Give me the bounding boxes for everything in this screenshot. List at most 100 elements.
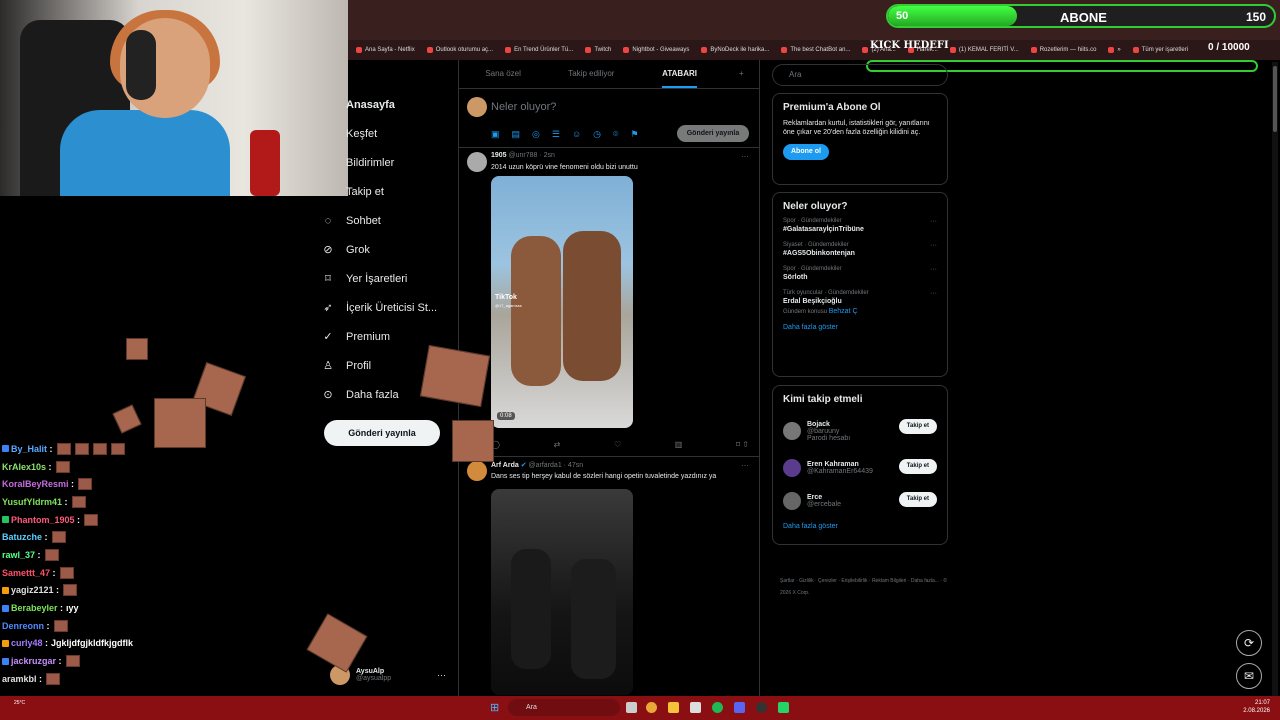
views-icon[interactable]: ▥: [675, 440, 683, 449]
taskbar-clock[interactable]: 21:07 2.08.2026: [1243, 699, 1270, 715]
post-button[interactable]: Gönderi yayınla: [324, 420, 440, 446]
discord-icon[interactable]: [734, 702, 745, 713]
bookmark-item[interactable]: En Trend Ürünler Tü...: [505, 47, 573, 53]
more-dots-icon[interactable]: ···: [930, 242, 937, 249]
chat-username[interactable]: Berabeyler: [11, 603, 58, 613]
flag-icon[interactable]: ⚑: [630, 129, 638, 140]
start-icon[interactable]: ⊞: [490, 701, 499, 714]
sidebar-item[interactable]: ➶ İçerik Üreticisi St...: [320, 293, 460, 322]
follow-button[interactable]: Takip et: [898, 459, 937, 474]
spotify-icon[interactable]: [712, 702, 723, 713]
file-explorer-icon[interactable]: [668, 702, 679, 713]
follow-suggestion[interactable]: Erce @ercebale Takip et: [783, 484, 937, 517]
chat-username[interactable]: curly48: [11, 638, 43, 648]
chat-username[interactable]: Phantom_1905: [11, 515, 75, 525]
task-view-icon[interactable]: [626, 702, 637, 713]
bookmark-item[interactable]: Rozetlerim — hiits.co: [1030, 47, 1097, 53]
chat-username[interactable]: yagiz2121: [11, 585, 54, 595]
more-dots-icon[interactable]: ···: [437, 670, 446, 680]
bookmark-item[interactable]: The best ChatBot an...: [781, 47, 850, 53]
bookmark-item[interactable]: Nightbot - Giveaways: [623, 47, 689, 53]
trend-item[interactable]: Türk oyuncular · Gündemdekiler Erdal Beşi…: [783, 290, 937, 315]
schedule-icon[interactable]: ◷: [593, 129, 601, 140]
trend-item[interactable]: Spor · Gündemdekiler #GalatasarayİçinTrib…: [783, 218, 937, 233]
tweet[interactable]: Arf Arda ✔ @arfarda1 · 47sn Dans ses tip…: [459, 457, 759, 695]
bookmark-item[interactable]: Twitch: [585, 47, 611, 53]
trend-item[interactable]: Spor · Gündemdekiler Sörloth ···: [783, 266, 937, 281]
store-icon[interactable]: [690, 702, 701, 713]
bookmark-item[interactable]: ByNoDeck ile harika...: [701, 47, 769, 53]
emoji-icon[interactable]: ☺: [572, 129, 581, 140]
sidebar-item[interactable]: ◌ Sohbet: [320, 206, 460, 235]
bookmark-label: The best ChatBot an...: [790, 47, 851, 53]
chat-username[interactable]: Samettt_47: [2, 568, 50, 578]
chrome-icon[interactable]: [646, 702, 657, 713]
bookmark-item[interactable]: »: [1108, 47, 1121, 53]
tweet-video[interactable]: [491, 489, 633, 695]
compose-input[interactable]: Neler oluyor?: [491, 101, 556, 113]
taskbar-search[interactable]: Ara: [508, 699, 620, 716]
weather-widget[interactable]: 25°C: [14, 700, 25, 706]
chat-username[interactable]: YusufYldrm41: [2, 497, 62, 507]
bookmark-label: Rozetlerim — hiits.co: [1039, 47, 1097, 53]
sidebar-item[interactable]: ⌕Keşfet: [320, 119, 460, 148]
follow-button[interactable]: Takip et: [898, 419, 937, 434]
trend-name: #GalatasarayİçinTribüne: [783, 226, 864, 233]
compose-post-button[interactable]: Gönderi yayınla: [677, 125, 749, 142]
sidebar-item[interactable]: ⌑ Yer İşaretleri: [320, 264, 460, 293]
bookmark-icon[interactable]: ⌑ ⇧: [736, 440, 749, 449]
chat-username[interactable]: KrAlex10s: [2, 462, 46, 472]
grok-icon[interactable]: ◎: [532, 129, 540, 140]
messages-float-icon[interactable]: ✉: [1236, 663, 1262, 689]
bookmark-item[interactable]: Outlook oturumu aç...: [426, 47, 493, 53]
more-dots-icon[interactable]: ···: [930, 290, 937, 297]
chat-username[interactable]: KoralBeyResmi: [2, 479, 69, 489]
trends-more-link[interactable]: Daha fazla göster: [783, 324, 937, 331]
chat-username[interactable]: By_Halit: [11, 444, 47, 454]
chat-username[interactable]: jackruzgar: [11, 656, 56, 666]
whatsapp-icon[interactable]: [778, 702, 789, 713]
obs-icon[interactable]: [756, 702, 767, 713]
tab-add[interactable]: +: [724, 60, 759, 88]
more-dots-icon[interactable]: ···: [930, 218, 937, 225]
more-dots-icon[interactable]: ···: [930, 266, 937, 273]
footer-links[interactable]: Şartlar · Gizlilik · Çerezler · Erişileb…: [780, 575, 950, 599]
like-icon[interactable]: ♡: [614, 440, 621, 449]
bookmark-item[interactable]: (1) KEMAL FERITİ V...: [949, 47, 1019, 53]
sidebar-item[interactable]: ♪Bildirimler: [320, 148, 460, 177]
chat-badge-icon: [2, 586, 9, 594]
scrollbar[interactable]: [1272, 62, 1278, 696]
chat-username[interactable]: Batuzche: [2, 532, 42, 542]
subscribe-button[interactable]: Abone ol: [783, 144, 829, 160]
trend-context-link[interactable]: Behzat Ç: [829, 308, 858, 315]
sidebar-item[interactable]: ⌂Anasayfa: [320, 90, 460, 119]
chat-username[interactable]: Denreonn: [2, 621, 44, 631]
gif-icon[interactable]: ▤: [512, 129, 521, 140]
image-icon[interactable]: ▣: [491, 129, 500, 140]
follow-suggestion[interactable]: Eren Kahraman @KahramanEr64439 Takip et: [783, 451, 937, 484]
bookmark-item[interactable]: Ana Sayfa - Netflix: [356, 47, 415, 53]
poll-icon[interactable]: ☰: [552, 129, 560, 140]
scrollbar-thumb[interactable]: [1273, 66, 1277, 132]
trend-item[interactable]: Siyaset · Gündemdekiler #AGS5Obinkontenja…: [783, 242, 937, 257]
follow-button[interactable]: Takip et: [898, 492, 937, 507]
more-dots-icon[interactable]: ···: [741, 152, 749, 161]
more-dots-icon[interactable]: ···: [741, 461, 749, 470]
tab-for-you[interactable]: Sana özel: [459, 60, 547, 88]
tab-following[interactable]: Takip ediliyor: [547, 60, 635, 88]
search-input[interactable]: Ara: [772, 64, 948, 86]
tweet-video[interactable]: TikTok @17_agamsss 0:08: [491, 176, 633, 428]
chat-username[interactable]: rawl_37: [2, 550, 35, 560]
chat-username[interactable]: aramkbl: [2, 674, 37, 684]
tweet[interactable]: 1905 @unr788 · 2sn 2014 uzun köprü vine …: [459, 148, 759, 457]
compose-box[interactable]: Neler oluyor? ▣ ▤ ◎ ☰ ☺ ◷ ⌾ ⚑ Gönderi ya…: [459, 89, 759, 148]
follow-suggestion[interactable]: Bojack @baruuny Parodi hesabı Takip et: [783, 411, 937, 451]
grok-float-icon[interactable]: ⟳: [1236, 630, 1262, 656]
sidebar-item[interactable]: ☍Takip et: [320, 177, 460, 206]
sidebar-item[interactable]: ⊘ Grok: [320, 235, 460, 264]
bookmark-item[interactable]: Tüm yer işaretleri: [1132, 47, 1188, 53]
retweet-icon[interactable]: ⇄: [554, 440, 561, 449]
who-more-link[interactable]: Daha fazla göster: [783, 523, 937, 530]
location-icon[interactable]: ⌾: [613, 129, 618, 140]
tab-atabari[interactable]: ATABARI: [635, 60, 723, 88]
